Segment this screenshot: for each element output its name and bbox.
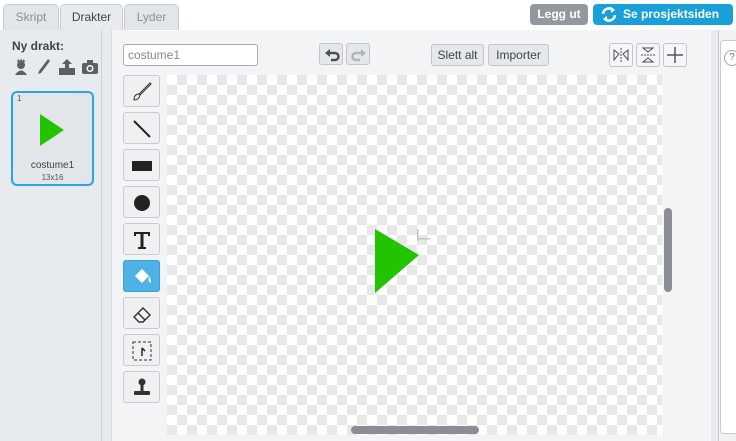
redo-button[interactable] [346,43,370,65]
stamp-icon [134,378,150,395]
sprite-costume [375,229,430,293]
costume-thumbnail [40,114,64,146]
help-panel: ? [718,30,736,441]
costume-number: 1 [17,94,22,103]
undo-button[interactable] [319,43,343,65]
text-icon [134,232,150,249]
flip-vertical-button[interactable] [636,43,660,67]
paint-brush-icon[interactable] [35,58,53,76]
camera-icon[interactable] [81,58,99,76]
fill-tool[interactable] [123,260,160,292]
clear-button[interactable]: Slett alt [431,44,484,66]
flip-vertical-icon [641,47,655,63]
eraser-icon [133,307,151,323]
sync-icon [601,7,617,22]
set-center-button[interactable] [663,43,687,67]
flip-horizontal-icon [613,48,629,62]
horizontal-scrollbar[interactable] [167,425,662,434]
rectangle-icon [132,161,152,171]
drawing-canvas[interactable] [167,75,662,435]
costume-name-input[interactable] [123,44,258,66]
line-icon [133,120,151,138]
help-icon[interactable]: ? [724,50,736,66]
vertical-scrollbar[interactable] [664,75,672,435]
select-tool[interactable] [123,334,160,366]
costume-name: costume1 [30,160,75,171]
costume-list-panel: Ny drakt: 1 costume1 13x16 [3,30,102,441]
ellipse-tool[interactable] [123,186,160,218]
see-project-page-button[interactable]: Se prosjektsiden [593,4,733,25]
costume-item[interactable]: 1 costume1 13x16 [11,91,94,186]
ellipse-icon [134,195,150,211]
new-costume-options [12,58,99,76]
eraser-tool[interactable] [123,297,160,329]
text-tool[interactable] [123,223,160,255]
paint-bucket-icon [135,269,151,283]
tab-sounds[interactable]: Lyder [124,4,179,31]
upload-icon[interactable] [58,58,76,76]
crosshair-icon [667,47,683,63]
line-tool[interactable] [123,112,160,144]
new-costume-label: Ny drakt: [12,39,65,53]
tab-costumes[interactable]: Drakter [60,4,123,31]
brush-tool[interactable] [123,75,160,107]
stamp-tool[interactable] [123,371,160,403]
vertical-scrollbar-thumb[interactable] [664,208,672,292]
import-button[interactable]: Importer [488,44,549,66]
brush-icon [133,82,152,101]
help-box [720,40,736,434]
sprite-library-icon[interactable] [12,58,30,76]
paint-editor: Slett alt Importer [111,30,711,441]
undo-icon [325,49,340,62]
see-project-page-label: Se prosjektsiden [623,7,720,21]
redo-icon [351,49,366,62]
tab-bar: Skript Drakter Lyder Legg ut Se prosjekt… [0,0,736,31]
costume-size: 13x16 [41,173,64,182]
select-icon [132,341,152,361]
share-button[interactable]: Legg ut [530,4,588,25]
tab-scripts[interactable]: Skript [3,4,59,31]
rectangle-tool[interactable] [123,149,160,181]
flip-horizontal-button[interactable] [609,43,633,67]
horizontal-scrollbar-thumb[interactable] [351,426,479,434]
